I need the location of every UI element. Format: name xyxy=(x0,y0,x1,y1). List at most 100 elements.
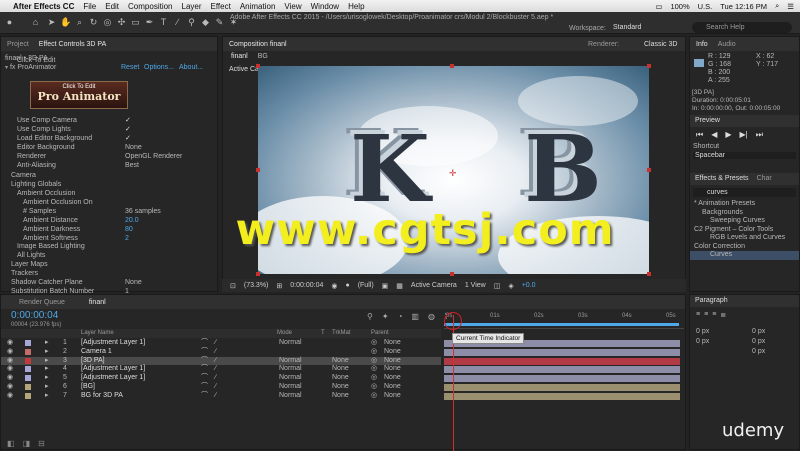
exposure-value[interactable]: +0.0 xyxy=(522,282,536,289)
resolution-select[interactable]: (Full) xyxy=(358,282,374,289)
motion-blur-icon[interactable]: ◍ xyxy=(428,312,435,321)
effect-property-row[interactable]: # Samples 36 samples xyxy=(1,207,217,216)
parent-pickwhip-icon[interactable]: ◎ xyxy=(371,348,377,357)
tab-audio[interactable]: Audio xyxy=(718,41,736,48)
shy-icon[interactable]: ◔ xyxy=(398,312,403,321)
view-tab-finanl[interactable]: finanl xyxy=(231,53,248,60)
align-center-icon[interactable]: ≡ xyxy=(704,311,708,319)
parent-pickwhip-icon[interactable]: ◎ xyxy=(371,374,377,383)
label-color-swatch[interactable] xyxy=(25,348,31,355)
input-language[interactable]: U.S. xyxy=(698,2,713,11)
property-value[interactable]: ✓ xyxy=(125,116,131,125)
pan-behind-tool-icon[interactable]: ✣ xyxy=(116,17,127,28)
menu-view[interactable]: View xyxy=(284,2,301,11)
eye-icon[interactable]: ◉ xyxy=(7,348,13,357)
parent-pickwhip-icon[interactable]: ◎ xyxy=(371,365,377,374)
effect-property-row[interactable]: Editor Background None xyxy=(1,143,217,152)
header-t[interactable]: T xyxy=(321,329,325,338)
mode-select[interactable]: Normal xyxy=(279,383,302,392)
trkmat-select[interactable]: None xyxy=(332,357,349,366)
rotate-tool-icon[interactable]: ↻ xyxy=(88,17,99,28)
clone-tool-icon[interactable]: ⚲ xyxy=(186,17,197,28)
bounding-handle[interactable] xyxy=(647,168,651,172)
menu-layer[interactable]: Layer xyxy=(182,2,202,11)
first-line-indent[interactable]: 0 px xyxy=(752,337,765,347)
property-value[interactable]: 80 xyxy=(125,225,133,234)
channel-icon[interactable]: ● xyxy=(345,282,349,289)
shortcut-select[interactable]: Spacebar xyxy=(693,152,796,159)
anchor-point-icon[interactable]: ✛ xyxy=(449,168,457,179)
tab-effects-presets[interactable]: Effects & Presets xyxy=(695,173,749,185)
snapshot-icon[interactable]: ◉ xyxy=(331,282,337,290)
mode-select[interactable]: Normal xyxy=(279,374,302,383)
menu-window[interactable]: Window xyxy=(311,2,339,11)
last-frame-icon[interactable]: ⏭ xyxy=(756,130,763,140)
layer-duration-bar[interactable] xyxy=(444,384,680,391)
space-after[interactable]: 0 px xyxy=(752,347,765,357)
shy-switch-icon[interactable]: ⌒ xyxy=(201,348,208,357)
property-value[interactable]: 36 samples xyxy=(125,207,161,216)
zoom-tool-icon[interactable]: ⌕ xyxy=(74,17,85,28)
eye-icon[interactable]: ◉ xyxy=(7,339,13,348)
layer-name[interactable]: [3D PA] xyxy=(81,357,105,366)
effects-tree-item[interactable]: Sweeping Curves xyxy=(690,217,799,226)
eye-icon[interactable]: ◉ xyxy=(7,383,13,392)
search-help-input[interactable]: Search Help xyxy=(692,22,792,33)
indent-left[interactable]: 0 px xyxy=(696,327,709,337)
property-value[interactable]: None xyxy=(125,278,142,287)
header-mode[interactable]: Mode xyxy=(277,329,292,338)
effect-property-row[interactable]: All Lights xyxy=(1,251,217,260)
fx-switch-icon[interactable]: ∕ xyxy=(215,392,216,401)
parent-select[interactable]: None xyxy=(384,374,401,383)
effect-property-row[interactable]: Camera xyxy=(1,171,217,180)
expand-triangle-icon[interactable]: ▸ xyxy=(45,357,49,366)
property-value[interactable]: None xyxy=(125,143,142,152)
region-icon[interactable]: ▣ xyxy=(382,282,389,290)
tab-timeline-finanl[interactable]: finanl xyxy=(75,299,106,306)
label-color-swatch[interactable] xyxy=(25,340,31,346)
effect-property-row[interactable]: Image Based Lighting xyxy=(1,242,217,251)
parent-pickwhip-icon[interactable]: ◎ xyxy=(371,392,377,401)
selection-tool-icon[interactable]: ➤ xyxy=(46,17,57,28)
parent-select[interactable]: None xyxy=(384,392,401,401)
effects-tree-item[interactable]: C2 Pigment – Color Tools xyxy=(690,226,799,235)
property-value[interactable]: ✓ xyxy=(125,134,131,143)
eraser-tool-icon[interactable]: ◆ xyxy=(200,17,211,28)
effect-property-row[interactable]: Use Comp Camera ✓ xyxy=(1,116,217,125)
menu-composition[interactable]: Composition xyxy=(128,2,172,11)
property-value[interactable]: ✓ xyxy=(125,125,131,134)
fx-switch-icon[interactable]: ∕ xyxy=(215,374,216,383)
type-tool-icon[interactable]: T xyxy=(158,17,169,28)
label-color-swatch[interactable] xyxy=(25,357,31,364)
effect-property-row[interactable]: Click To Edit xyxy=(1,56,217,65)
layer-row[interactable]: ◉ ▸ 7 BG for 3D PA ⌒ ∕ Normal None ◎ None xyxy=(1,392,441,401)
effects-tree-item[interactable]: RGB Levels and Curves xyxy=(690,234,799,243)
tab-render-queue[interactable]: Render Queue xyxy=(7,299,65,306)
header-trkmat[interactable]: TrkMat xyxy=(332,329,350,338)
property-value[interactable]: OpenGL Renderer xyxy=(125,152,182,161)
fx-icon[interactable]: fx xyxy=(10,64,15,71)
work-area-bar[interactable] xyxy=(444,323,679,326)
effects-tree-item[interactable]: Color Correction xyxy=(690,243,799,252)
search-icon[interactable]: ⌕ xyxy=(775,1,779,11)
view-layout-select[interactable]: 1 View xyxy=(465,282,486,289)
layer-name[interactable]: [Adjustment Layer 1] xyxy=(81,365,145,374)
pen-tool-icon[interactable]: ✒ xyxy=(144,17,155,28)
expand-triangle-icon[interactable]: ▸ xyxy=(45,339,49,348)
magnification-icon[interactable]: ⊡ xyxy=(230,282,236,290)
layer-row[interactable]: ◉ ▸ 6 [BG] ⌒ ∕ Normal None ◎ None xyxy=(1,383,441,392)
camera-tool-icon[interactable]: ◎ xyxy=(102,17,113,28)
eye-icon[interactable]: ◉ xyxy=(7,374,13,383)
layer-name[interactable]: Camera 1 xyxy=(81,348,112,357)
space-before[interactable]: 0 px xyxy=(696,337,709,347)
label-color-swatch[interactable] xyxy=(25,375,31,382)
fx-switch-icon[interactable]: ∕ xyxy=(215,339,216,348)
time-ruler[interactable]: 0s 01s 02s 03s 04s 05s xyxy=(444,313,684,329)
in-out-icon[interactable]: ⊟ xyxy=(38,439,45,448)
menu-help[interactable]: Help xyxy=(348,2,364,11)
transfer-controls-icon[interactable]: ◨ xyxy=(23,439,31,448)
layer-name[interactable]: BG for 3D PA xyxy=(81,392,123,401)
tab-effect-controls[interactable]: Effect Controls 3D PA xyxy=(39,41,106,48)
layer-duration-bar[interactable] xyxy=(444,348,680,356)
menu-file[interactable]: File xyxy=(83,2,96,11)
